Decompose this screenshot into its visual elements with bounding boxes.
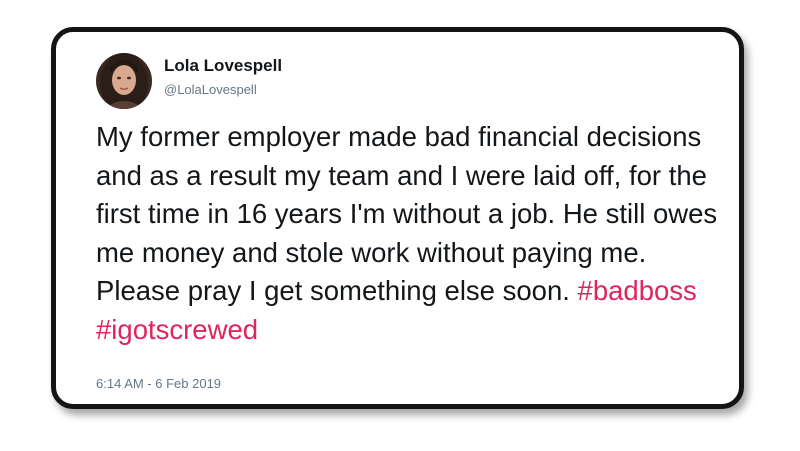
tweet-card: Lola Lovespell @LolaLovespell My former … xyxy=(51,27,744,409)
hashtag-igotscrewed[interactable]: #igotscrewed xyxy=(96,314,258,345)
display-name[interactable]: Lola Lovespell xyxy=(164,56,282,76)
avatar[interactable] xyxy=(96,53,152,109)
tweet-body: My former employer made bad financial de… xyxy=(96,118,736,349)
tweet-timestamp[interactable]: 6:14 AM - 6 Feb 2019 xyxy=(96,376,221,391)
hashtag-badboss[interactable]: #badboss xyxy=(578,275,697,306)
user-handle[interactable]: @LolaLovespell xyxy=(164,82,257,97)
